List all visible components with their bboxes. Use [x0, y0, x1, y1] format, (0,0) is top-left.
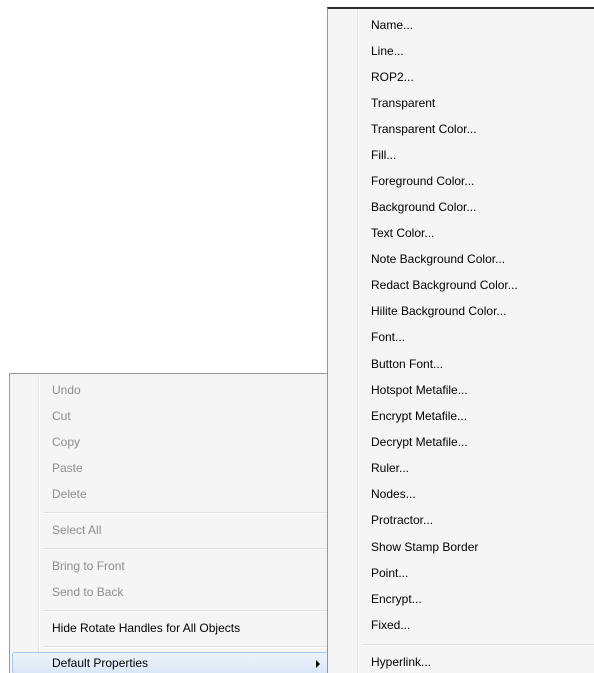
menu-separator	[43, 646, 329, 648]
submenu-item-fill[interactable]: Fill...	[330, 144, 594, 166]
default-properties-submenu: Name... Line... ROP2... Transparent Tran…	[327, 7, 594, 673]
submenu-item-point[interactable]: Point...	[330, 562, 594, 584]
submenu-item-hotspot-metafile[interactable]: Hotspot Metafile...	[330, 379, 594, 401]
menu-separator	[362, 644, 594, 646]
submenu-item-text-color[interactable]: Text Color...	[330, 222, 594, 244]
submenu-item-transparent[interactable]: Transparent	[330, 92, 594, 114]
menu-item-paste[interactable]: Paste	[12, 457, 329, 479]
menu-item-delete[interactable]: Delete	[12, 483, 329, 505]
submenu-item-transparent-color[interactable]: Transparent Color...	[330, 118, 594, 140]
submenu-item-protractor[interactable]: Protractor...	[330, 509, 594, 531]
submenu-item-hilite-background-color[interactable]: Hilite Background Color...	[330, 300, 594, 322]
submenu-item-rop2[interactable]: ROP2...	[330, 66, 594, 88]
submenu-item-background-color[interactable]: Background Color...	[330, 196, 594, 218]
submenu-item-encrypt-metafile[interactable]: Encrypt Metafile...	[330, 405, 594, 427]
screen: Undo Cut Copy Paste Delete Select All Br…	[0, 0, 594, 673]
submenu-item-decrypt-metafile[interactable]: Decrypt Metafile...	[330, 431, 594, 453]
submenu-item-note-background-color[interactable]: Note Background Color...	[330, 248, 594, 270]
menu-separator	[43, 512, 329, 514]
menu-item-hide-rotate-handles[interactable]: Hide Rotate Handles for All Objects	[12, 617, 329, 639]
submenu-item-name[interactable]: Name...	[330, 14, 594, 36]
submenu-item-fixed[interactable]: Fixed...	[330, 614, 594, 636]
submenu-item-hyperlink[interactable]: Hyperlink...	[330, 651, 594, 673]
menu-item-select-all[interactable]: Select All	[12, 519, 329, 541]
submenu-item-redact-background-color[interactable]: Redact Background Color...	[330, 274, 594, 296]
submenu-item-nodes[interactable]: Nodes...	[330, 483, 594, 505]
menu-item-cut[interactable]: Cut	[12, 405, 329, 427]
submenu-item-button-font[interactable]: Button Font...	[330, 353, 594, 375]
submenu-arrow-icon	[316, 660, 320, 668]
menu-item-send-to-back[interactable]: Send to Back	[12, 581, 329, 603]
menu-item-copy[interactable]: Copy	[12, 431, 329, 453]
context-menu: Undo Cut Copy Paste Delete Select All Br…	[9, 373, 332, 673]
menu-separator	[43, 548, 329, 550]
submenu-item-encrypt[interactable]: Encrypt...	[330, 588, 594, 610]
submenu-item-ruler[interactable]: Ruler...	[330, 457, 594, 479]
submenu-item-font[interactable]: Font...	[330, 326, 594, 348]
menu-item-undo[interactable]: Undo	[12, 379, 329, 401]
menu-item-label: Default Properties	[52, 656, 149, 670]
menu-separator	[43, 610, 329, 612]
submenu-item-show-stamp-border[interactable]: Show Stamp Border	[330, 536, 594, 558]
submenu-item-foreground-color[interactable]: Foreground Color...	[330, 170, 594, 192]
menu-item-default-properties[interactable]: Default Properties	[12, 652, 329, 673]
submenu-item-line[interactable]: Line...	[330, 40, 594, 62]
menu-item-bring-to-front[interactable]: Bring to Front	[12, 555, 329, 577]
